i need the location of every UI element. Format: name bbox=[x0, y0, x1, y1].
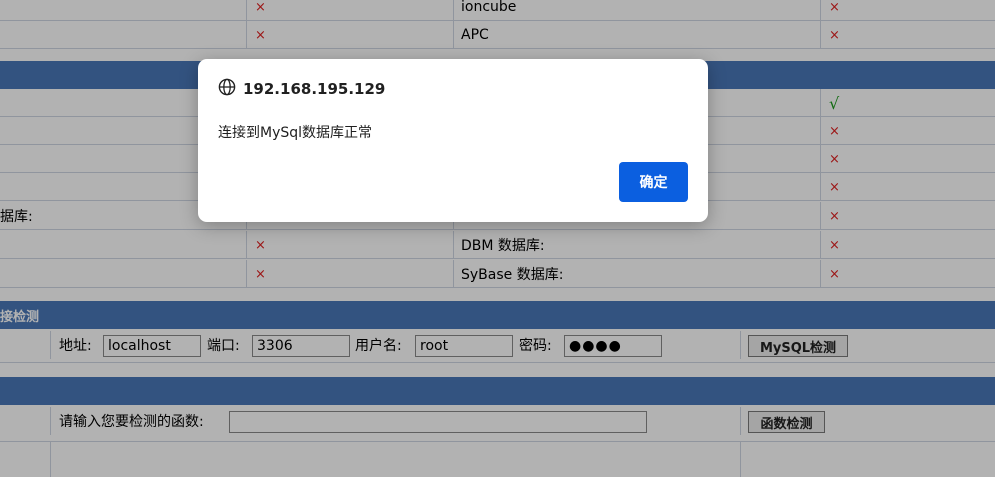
dialog-message: 连接到MySql数据库正常 bbox=[218, 125, 373, 141]
alert-dialog: 192.168.195.129 连接到MySql数据库正常 确定 bbox=[198, 59, 708, 222]
globe-icon bbox=[218, 78, 243, 100]
dialog-origin: 192.168.195.129 bbox=[243, 80, 386, 98]
ok-button[interactable]: 确定 bbox=[619, 162, 688, 202]
dialog-title: 192.168.195.129 bbox=[218, 78, 385, 100]
